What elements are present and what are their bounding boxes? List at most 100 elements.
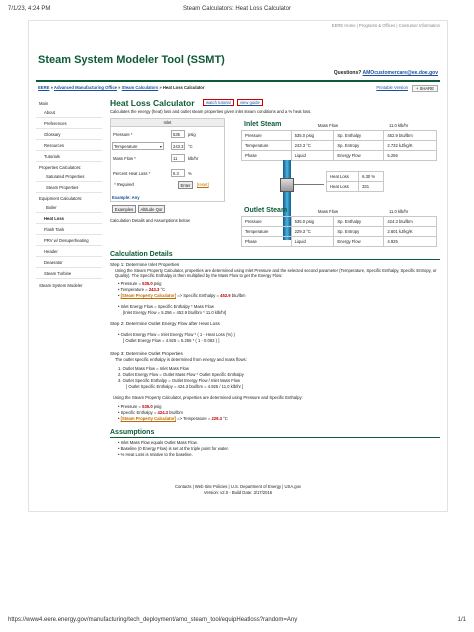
inlet-cell: Sp. Entropy xyxy=(333,140,385,151)
assumptions-title: Assumptions xyxy=(110,429,155,436)
title-divider xyxy=(36,80,440,82)
breadcrumb-amo[interactable]: Advanced Manufacturing Office xyxy=(54,85,117,90)
pressure-label: Pressure * xyxy=(113,132,133,137)
table-row: Phase Liquid Energy Flow 4.925 xyxy=(241,236,437,247)
inlet-enthalpy-value: 452.9 xyxy=(220,293,231,298)
calculator-title: Heat Loss Calculator xyxy=(110,98,195,108)
assumptions-list: • Inlet Mass Flow equals Outlet Mass Flo… xyxy=(118,440,229,458)
breadcrumb-eere[interactable]: EERE xyxy=(38,85,49,90)
sidebar-head-modeler[interactable]: Steam System Modeler xyxy=(36,279,102,288)
inlet-steam-title: Inlet Steam xyxy=(244,121,282,128)
breadcrumb-steam-calculators[interactable]: Steam Calculators xyxy=(122,85,159,90)
inlet-pressure-value: 535.0 xyxy=(142,281,153,286)
share-label: SHARE xyxy=(419,86,434,91)
step-2-bullets: • Outlet Energy Flow = Inlet Energy Flow… xyxy=(118,332,235,344)
sidebar-item-glossary[interactable]: Glossary xyxy=(36,129,102,140)
outlet-cell: 424.3 btu/lbm xyxy=(383,216,437,227)
calculation-details-title: Calculation Details xyxy=(110,251,173,258)
calculator-description: Calculates the energy (heat) loss and ou… xyxy=(110,109,312,114)
heat-loss-cell: Heat Loss xyxy=(325,171,360,182)
outlet-cell: Temperature xyxy=(241,226,292,237)
mass-flow-input[interactable]: 11 xyxy=(171,154,185,162)
second-property-select[interactable]: Temperature ▾ xyxy=(112,142,164,150)
assumption-text: % Heat Loss is relative to the baseline. xyxy=(120,452,193,457)
sidebar-item-deaerator[interactable]: Deaerator xyxy=(36,257,102,268)
inlet-cell: 2.732 kJ/kg/K xyxy=(383,140,437,151)
details-line: Calculation Details and Assumptions belo… xyxy=(110,218,190,223)
sidebar-item-boiler[interactable]: Boiler xyxy=(36,202,102,213)
sidebar-item-turbine[interactable]: Steam Turbine xyxy=(36,268,102,279)
table-row: Pressure 535.0 psig Sp. Enthalpy 424.3 btu… xyxy=(241,216,437,227)
sidebar-item-saturated[interactable]: Saturated Properties xyxy=(36,171,102,182)
outlet-cell: 4.925 xyxy=(383,236,437,247)
heat-loss-input[interactable]: 6.3 xyxy=(171,169,185,177)
sidebar-item-resources[interactable]: Resources xyxy=(36,140,102,151)
print-page-title: Steam Calculators: Heat Loss Calculator xyxy=(182,6,292,12)
steam-property-calculator-link-2[interactable]: [Steam Property Calculator] xyxy=(121,416,176,421)
pressure-input[interactable]: 535 xyxy=(171,130,185,138)
share-icon: + xyxy=(415,86,419,91)
second-property-select-value: Temperature xyxy=(114,144,138,149)
step-1: Step 1: Determine Inlet Properties Using… xyxy=(110,262,442,278)
required-note: * Required xyxy=(114,182,134,187)
questions: Questions? AMOcustomercare@ee.doe.gov xyxy=(334,70,438,76)
sidebar: Main About Preferences Glossary Resource… xyxy=(36,98,102,288)
inlet-cell: Pressure xyxy=(241,130,292,141)
inlet-cell: 452.9 btu/lbm xyxy=(383,130,437,141)
outlet-cell: Energy Flow xyxy=(333,236,385,247)
heat-loss-cell: 331 xyxy=(358,181,384,192)
second-property-input[interactable]: 243.3 xyxy=(171,142,185,150)
table-row: Temperature 229.3 °C Sp. Entropy 2.601 kJ/… xyxy=(241,226,437,237)
questions-label: Questions? xyxy=(333,70,362,76)
printable-version-link[interactable]: Printable Version xyxy=(376,85,408,90)
inlet-temperature-value: 243.3 xyxy=(148,287,160,292)
outlet-cell: Pressure xyxy=(241,216,292,227)
outlet-enthalpy-value: 424.3 xyxy=(157,410,169,415)
step-1-energy: • Inlet Energy Flow = Specific Enthalpy … xyxy=(118,304,226,316)
footer-links[interactable]: Contacts | Web Site Policies | U.S. Depa… xyxy=(28,484,448,489)
heat-loss-cell: Heat Loss xyxy=(325,181,360,192)
share-button[interactable]: + SHARE xyxy=(411,85,438,93)
sidebar-item-tutorials[interactable]: Tutorials xyxy=(36,151,102,162)
examples-button[interactable]: Examples xyxy=(112,205,136,213)
steam-property-calculator-link[interactable]: [Steam Property Calculator] xyxy=(121,293,176,298)
outlet-cell: Phase xyxy=(241,236,292,247)
inlet-cell: 243.3 °C xyxy=(290,140,335,151)
outlet-cell: 535.0 psig xyxy=(290,216,335,227)
outlet-temperature-value: 229.3 xyxy=(211,416,222,421)
list-item: • [Steam Property Calculator] => Specifi… xyxy=(118,293,246,298)
inlet-cell: Sp. Enthalpy xyxy=(333,130,385,141)
table-row: Temperature 243.3 °C Sp. Entropy 2.732 kJ/… xyxy=(241,140,437,151)
sidebar-item-preferences[interactable]: Preferences xyxy=(36,118,102,129)
assumptions-divider xyxy=(110,437,440,438)
step-1-energy-calc: [Inlet Energy Flow = 5.256 = 452.9 btu/l… xyxy=(123,310,227,315)
watch-tutorial-link[interactable]: watch tutorial xyxy=(203,99,234,107)
reset-link[interactable]: [reset] xyxy=(197,182,209,187)
sidebar-head-main[interactable]: Main xyxy=(36,98,102,107)
inlet-form-header: Inlet xyxy=(111,119,224,127)
sidebar-item-steam-props[interactable]: Steam Properties xyxy=(36,182,102,193)
view-guide-link[interactable]: view guide xyxy=(237,99,263,107)
inlet-cell: 535.0 psig xyxy=(290,130,335,141)
step-3-text-2: Using the Steam Property Calculator, pro… xyxy=(113,395,303,400)
step-2-formula: Outlet Energy Flow = Inlet Energy Flow *… xyxy=(120,332,236,337)
heat-loss-unit: % xyxy=(188,171,192,176)
sidebar-item-prv[interactable]: PRV w/ Desuperheating xyxy=(36,235,102,246)
inlet-cell: Energy Flow xyxy=(333,150,385,161)
enter-button[interactable]: Enter xyxy=(178,181,193,189)
sidebar-item-header[interactable]: Header xyxy=(36,246,102,257)
sidebar-item-heat-loss[interactable]: Heat Loss xyxy=(36,213,102,224)
site-title: Steam System Modeler Tool (SSMT) xyxy=(38,54,225,66)
inlet-cell: Phase xyxy=(241,150,292,161)
sidebar-item-flash-tank[interactable]: Flash Tank xyxy=(36,224,102,235)
questions-email-link[interactable]: AMOcustomercare@ee.doe.gov xyxy=(363,70,438,76)
sidebar-item-about[interactable]: About xyxy=(36,107,102,118)
muted-example-button[interactable]: Altitude Qor xyxy=(138,205,165,213)
step-1-text: Using the Steam Property Calculator, pro… xyxy=(115,267,437,278)
inlet-cell: Liquid xyxy=(290,150,335,161)
print-page-number: 1/1 xyxy=(457,617,466,623)
step-1-energy-text: Inlet Energy Flow = Specific Enthalpy * … xyxy=(120,304,214,309)
top-links[interactable]: EERE Home | Programs & Offices | Consume… xyxy=(332,23,440,28)
outlet-steam-table: Pressure 535.0 psig Sp. Enthalpy 424.3 btu… xyxy=(241,216,437,247)
outlet-cell: Liquid xyxy=(290,236,335,247)
